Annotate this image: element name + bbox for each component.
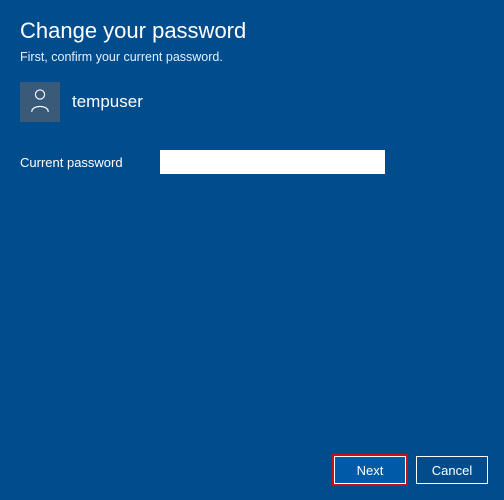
cancel-button[interactable]: Cancel [416, 456, 488, 484]
current-password-row: Current password [20, 150, 484, 174]
dialog-header: Change your password First, confirm your… [0, 0, 504, 64]
page-subtitle: First, confirm your current password. [20, 50, 484, 64]
user-block: tempuser [0, 64, 504, 122]
current-password-label: Current password [20, 155, 160, 170]
user-icon [29, 87, 51, 118]
avatar [20, 82, 60, 122]
next-button[interactable]: Next [334, 456, 406, 484]
page-title: Change your password [20, 18, 484, 44]
current-password-input[interactable] [160, 150, 385, 174]
form-area: Current password [0, 122, 504, 174]
button-bar: Next Cancel [334, 456, 488, 484]
username-label: tempuser [72, 92, 143, 112]
